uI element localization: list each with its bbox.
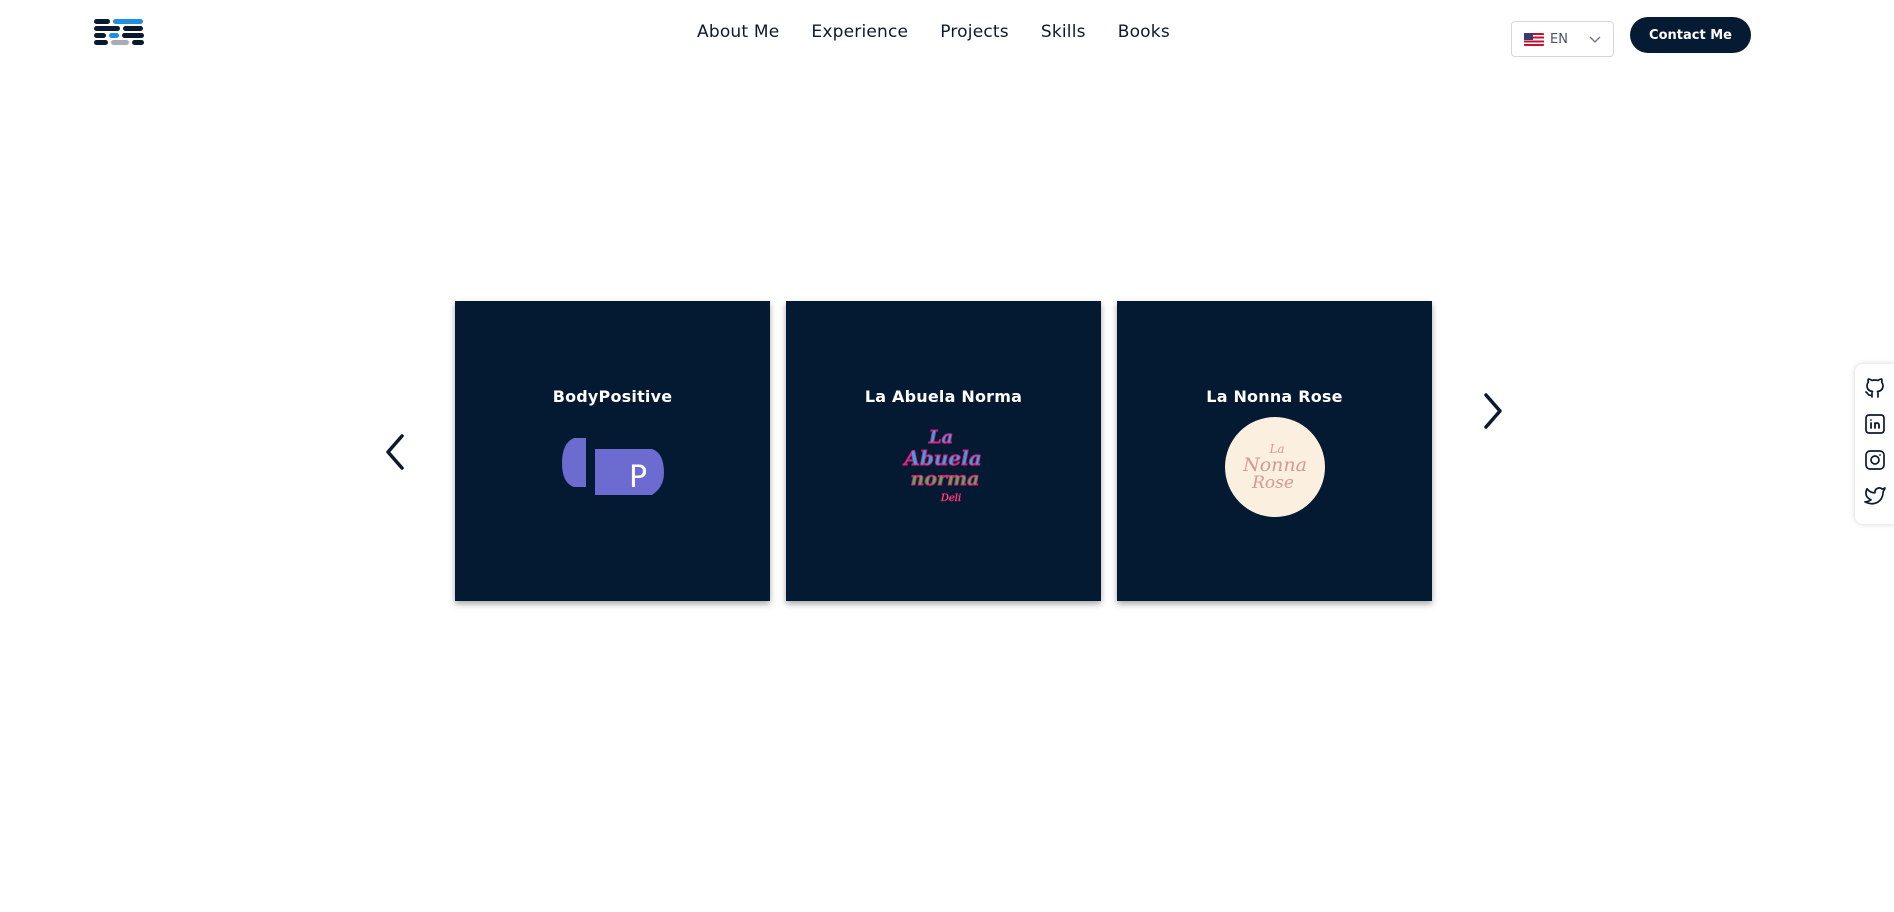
project-card-title: La Nonna Rose <box>1206 387 1343 406</box>
github-icon[interactable] <box>1863 376 1887 400</box>
bodypositive-logo-letter: P <box>628 460 646 495</box>
chevron-left-icon[interactable] <box>382 432 410 472</box>
chevron-down-icon <box>1589 36 1601 43</box>
svg-text:Abuela: Abuela <box>902 446 981 470</box>
contact-me-button[interactable]: Contact Me <box>1630 17 1751 53</box>
la-nonna-rose-logo: La Nonna Rose <box>1224 417 1325 517</box>
language-code: EN <box>1550 31 1568 47</box>
project-card-title: BodyPositive <box>552 387 673 406</box>
nav-experience[interactable]: Experience <box>811 22 908 42</box>
linkedin-icon[interactable] <box>1863 412 1887 436</box>
svg-text:La: La <box>927 427 952 448</box>
project-card-la-nonna-rose[interactable]: La Nonna Rose La Nonna Rose <box>1117 301 1432 601</box>
project-card-title: La Abuela Norma <box>864 387 1023 406</box>
chevron-right-icon[interactable] <box>1478 391 1506 431</box>
language-select[interactable]: EN <box>1511 21 1614 57</box>
la-abuela-norma-logo: La Abuela norma Deli <box>901 427 981 505</box>
bodypositive-logo: P <box>561 438 664 495</box>
portfolio-page: About Me Experience Projects Skills Book… <box>0 0 1894 912</box>
us-flag-icon <box>1524 32 1544 46</box>
svg-text:Rose: Rose <box>1251 473 1294 493</box>
social-links-bar <box>1855 364 1894 524</box>
instagram-icon[interactable] <box>1863 448 1887 472</box>
brand-logo[interactable] <box>94 19 146 52</box>
twitter-icon[interactable] <box>1863 484 1887 508</box>
project-card-la-abuela-norma[interactable]: La Abuela Norma La Abuela norma Deli <box>786 301 1101 601</box>
svg-text:Deli: Deli <box>939 493 960 504</box>
nav-projects[interactable]: Projects <box>940 22 1009 42</box>
nav-books[interactable]: Books <box>1118 22 1170 42</box>
svg-text:norma: norma <box>910 468 979 490</box>
nav-skills[interactable]: Skills <box>1041 22 1086 42</box>
nav-about-me[interactable]: About Me <box>697 22 779 42</box>
project-card-bodypositive[interactable]: BodyPositive P <box>455 301 770 601</box>
main-nav: About Me Experience Projects Skills Book… <box>697 22 1170 42</box>
